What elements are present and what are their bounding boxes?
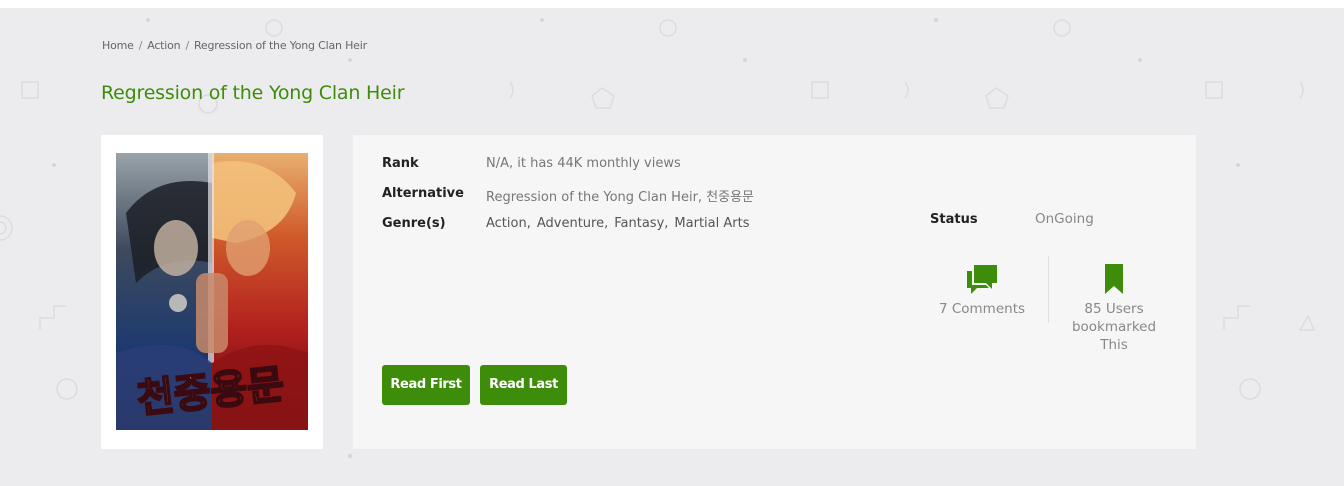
breadcrumb: Home / Action / Regression of the Yong Clan … xyxy=(102,39,367,52)
genre-list: Action, Adventure, Fantasy, Martial Arts xyxy=(486,216,750,231)
breadcrumb-action[interactable]: Action xyxy=(147,39,180,52)
genre-link-fantasy[interactable]: Fantasy xyxy=(614,216,664,231)
alternative-value: Regression of the Yong Clan Heir, 천중용문 xyxy=(486,190,755,205)
cover-card: 천중용문 xyxy=(101,135,323,449)
status-label: Status xyxy=(930,212,978,227)
alternative-label: Alternative xyxy=(382,186,464,201)
rank-label: Rank xyxy=(382,156,419,171)
top-bar xyxy=(0,0,1344,8)
genre-link-action[interactable]: Action xyxy=(486,216,527,231)
genre-link-adventure[interactable]: Adventure xyxy=(537,216,604,231)
bookmarks-line-1: 85 Users xyxy=(1084,301,1144,317)
status-value: OnGoing xyxy=(1035,211,1094,227)
read-last-button[interactable]: Read Last xyxy=(480,365,567,405)
breadcrumb-separator: / xyxy=(138,39,143,52)
comments-count: 7 Comments xyxy=(938,301,1026,317)
stats-divider xyxy=(1048,256,1049,323)
bookmarks-line-2: bookmarked xyxy=(1071,319,1157,335)
page-title: Regression of the Yong Clan Heir xyxy=(101,82,405,104)
comments-stat[interactable]: 7 Comments xyxy=(928,263,1036,318)
comments-icon xyxy=(967,265,997,294)
info-card: Rank N/A, it has 44K monthly views Alter… xyxy=(353,135,1196,449)
cover-image[interactable]: 천중용문 xyxy=(116,153,308,430)
breadcrumb-separator: / xyxy=(185,39,189,52)
genre-link-martial-arts[interactable]: Martial Arts xyxy=(674,216,749,231)
bookmarks-line-3: This xyxy=(1100,337,1128,353)
breadcrumb-home[interactable]: Home xyxy=(102,39,134,52)
breadcrumb-current: Regression of the Yong Clan Heir xyxy=(193,39,367,52)
genres-label: Genre(s) xyxy=(382,216,446,231)
read-first-button[interactable]: Read First xyxy=(382,365,470,405)
bookmark-icon xyxy=(1105,264,1123,294)
rank-value: N/A, it has 44K monthly views xyxy=(486,156,681,171)
bookmarks-stat[interactable]: 85 Users bookmarked This xyxy=(1060,263,1168,354)
